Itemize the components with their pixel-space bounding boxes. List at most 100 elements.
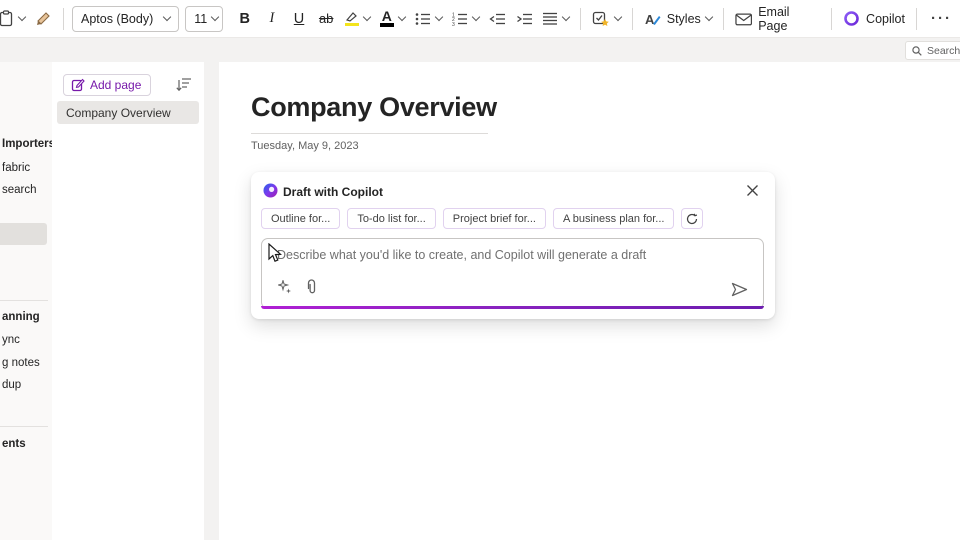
toolbar-divider — [580, 8, 581, 30]
italic-button[interactable]: I — [258, 5, 285, 33]
sub-bar: Search n — [0, 38, 960, 62]
selected-section-highlight[interactable] — [0, 223, 47, 245]
decrease-indent-icon — [489, 12, 506, 26]
chip-project-brief-for[interactable]: Project brief for... — [443, 208, 546, 229]
input-tools — [278, 279, 318, 295]
copilot-button[interactable]: Copilot — [838, 5, 910, 33]
sort-pages-button[interactable] — [176, 77, 192, 93]
svg-text:A: A — [645, 12, 655, 27]
copilot-prompt-input[interactable]: Describe what you'd like to create, and … — [261, 238, 764, 309]
font-size-value: 11 — [194, 12, 207, 26]
refresh-suggestions-button[interactable] — [681, 208, 703, 229]
decrease-indent-button[interactable] — [484, 5, 511, 33]
chevron-down-icon — [435, 12, 443, 20]
highlighter-icon — [345, 11, 359, 27]
format-painter-icon — [35, 10, 52, 27]
envelope-icon — [735, 12, 752, 26]
chip-outline-for[interactable]: Outline for... — [261, 208, 340, 229]
prompt-placeholder: Describe what you'd like to create, and … — [277, 248, 646, 262]
increase-indent-button[interactable] — [511, 5, 538, 33]
nav-item-dup[interactable]: dup — [2, 379, 21, 391]
strikethrough-button[interactable]: ab — [313, 5, 340, 33]
send-button[interactable] — [731, 282, 748, 297]
bold-button[interactable]: B — [231, 5, 258, 33]
ribbon-toolbar: Aptos (Body) 11 B I U ab A — [0, 0, 960, 38]
increase-indent-icon — [516, 12, 533, 26]
font-name-select[interactable]: Aptos (Body) — [72, 6, 179, 32]
page-canvas[interactable]: Company Overview Tuesday, May 9, 2023 Dr… — [219, 62, 960, 540]
styles-button[interactable]: A Styles — [639, 5, 717, 33]
suggestion-chips: Outline for... To-do list for... Project… — [261, 208, 703, 229]
panel-gap — [204, 62, 219, 540]
todo-tag-icon — [592, 11, 610, 27]
chip-business-plan-for[interactable]: A business plan for... — [553, 208, 675, 229]
sort-icon — [176, 77, 192, 92]
overflow-menu-button[interactable]: ··· — [923, 5, 960, 33]
tag-todo-button[interactable] — [587, 5, 626, 33]
bullet-list-icon — [415, 12, 431, 26]
send-icon — [731, 282, 748, 297]
highlight-color-button[interactable] — [340, 5, 375, 33]
notebook-nav: Importers fabric search anning ync g not… — [0, 62, 52, 540]
sparkle-icon[interactable] — [278, 280, 292, 294]
chevron-down-icon — [363, 12, 371, 20]
toolbar-divider — [916, 8, 917, 30]
page-title[interactable]: Company Overview — [251, 92, 497, 123]
nav-item-importers[interactable]: Importers — [2, 138, 52, 150]
chevron-down-icon — [562, 12, 570, 20]
search-input[interactable]: Search n — [905, 41, 960, 60]
chevron-down-icon — [398, 12, 406, 20]
styles-label: Styles — [667, 12, 701, 26]
nav-divider — [0, 300, 48, 301]
bullet-list-button[interactable] — [410, 5, 447, 33]
font-size-select[interactable]: 11 — [185, 6, 223, 32]
search-icon — [912, 46, 922, 56]
nav-divider — [0, 426, 48, 427]
font-color-icon: A — [380, 10, 394, 27]
nav-item-ents[interactable]: ents — [2, 438, 26, 450]
refresh-icon — [686, 213, 698, 225]
onenote-window: Aptos (Body) 11 B I U ab A — [0, 0, 960, 540]
copilot-logo-icon — [263, 183, 278, 198]
font-color-button[interactable]: A — [375, 5, 410, 33]
nav-item-fabric[interactable]: fabric — [2, 162, 30, 174]
email-page-button[interactable]: Email Page — [730, 5, 825, 33]
underline-button[interactable]: U — [285, 5, 312, 33]
nav-item-anning[interactable]: anning — [2, 311, 40, 323]
chip-todo-list-for[interactable]: To-do list for... — [347, 208, 435, 229]
paste-button[interactable] — [0, 5, 30, 33]
copilot-label: Copilot — [866, 12, 905, 26]
toolbar-divider — [723, 8, 724, 30]
nav-item-ync[interactable]: ync — [2, 334, 20, 346]
clipboard-paste-icon — [0, 10, 14, 27]
font-name-value: Aptos (Body) — [81, 12, 153, 26]
title-underline — [251, 133, 488, 134]
add-page-icon — [71, 78, 85, 92]
nav-item-search[interactable]: search — [2, 184, 37, 196]
chevron-down-icon — [211, 12, 219, 20]
close-icon[interactable] — [746, 184, 762, 200]
chevron-down-icon — [614, 12, 622, 20]
dialog-title: Draft with Copilot — [283, 185, 383, 199]
alignment-button[interactable] — [538, 5, 574, 33]
nav-item-g-notes[interactable]: g notes — [2, 357, 40, 369]
chevron-down-icon — [472, 12, 480, 20]
styles-icon: A — [644, 11, 661, 27]
format-painter-button[interactable] — [30, 5, 57, 33]
numbered-list-button[interactable]: 1 2 3 — [447, 5, 484, 33]
draft-with-copilot-dialog: Draft with Copilot Outline for... To-do … — [251, 172, 775, 319]
chevron-down-icon — [705, 12, 713, 20]
chevron-down-icon — [18, 12, 26, 20]
email-page-label: Email Page — [758, 5, 820, 33]
svg-text:3: 3 — [452, 21, 455, 25]
toolbar-divider — [632, 8, 633, 30]
page-list-item-company-overview[interactable]: Company Overview — [57, 101, 199, 124]
page-list-panel: Add page Company Overview — [52, 62, 204, 540]
page-date: Tuesday, May 9, 2023 — [251, 140, 359, 152]
toolbar-divider — [63, 8, 64, 30]
add-page-label: Add page — [90, 78, 141, 92]
paperclip-icon[interactable] — [305, 279, 318, 295]
toolbar-divider — [831, 8, 832, 30]
search-placeholder: Search n — [927, 45, 960, 57]
add-page-button[interactable]: Add page — [63, 74, 151, 96]
